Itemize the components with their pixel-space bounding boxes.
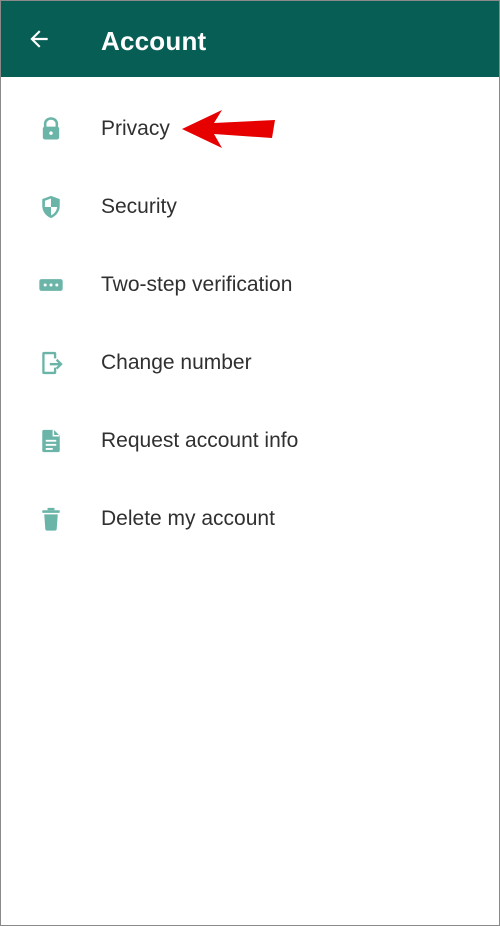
menu-item-privacy[interactable]: Privacy [1,90,499,168]
menu-item-security[interactable]: Security [1,168,499,246]
menu-item-label: Delete my account [101,507,275,530]
menu-item-label: Privacy [101,117,170,140]
menu-item-request-account-info[interactable]: Request account info [1,402,499,480]
shield-icon [35,191,67,223]
menu-item-label: Two-step verification [101,273,293,296]
menu-item-change-number[interactable]: Change number [1,324,499,402]
page-title: Account [101,26,207,56]
menu-item-delete-my-account[interactable]: Delete my account [1,480,499,558]
screen-frame: Account Privacy Security Two-step verifi… [0,0,500,926]
app-bar: Account [1,1,499,77]
password-dots-icon [35,269,67,301]
menu-item-two-step-verification[interactable]: Two-step verification [1,246,499,324]
account-menu-list: Privacy Security Two-step verification C… [1,90,499,558]
trash-icon [35,503,67,535]
menu-item-label: Change number [101,351,252,374]
menu-item-label: Security [101,195,177,218]
menu-item-label: Request account info [101,429,299,452]
back-button[interactable] [17,17,61,61]
document-icon [35,425,67,457]
arrow-left-icon [30,30,48,48]
lock-icon [35,113,67,145]
phone-transfer-icon [35,347,67,379]
